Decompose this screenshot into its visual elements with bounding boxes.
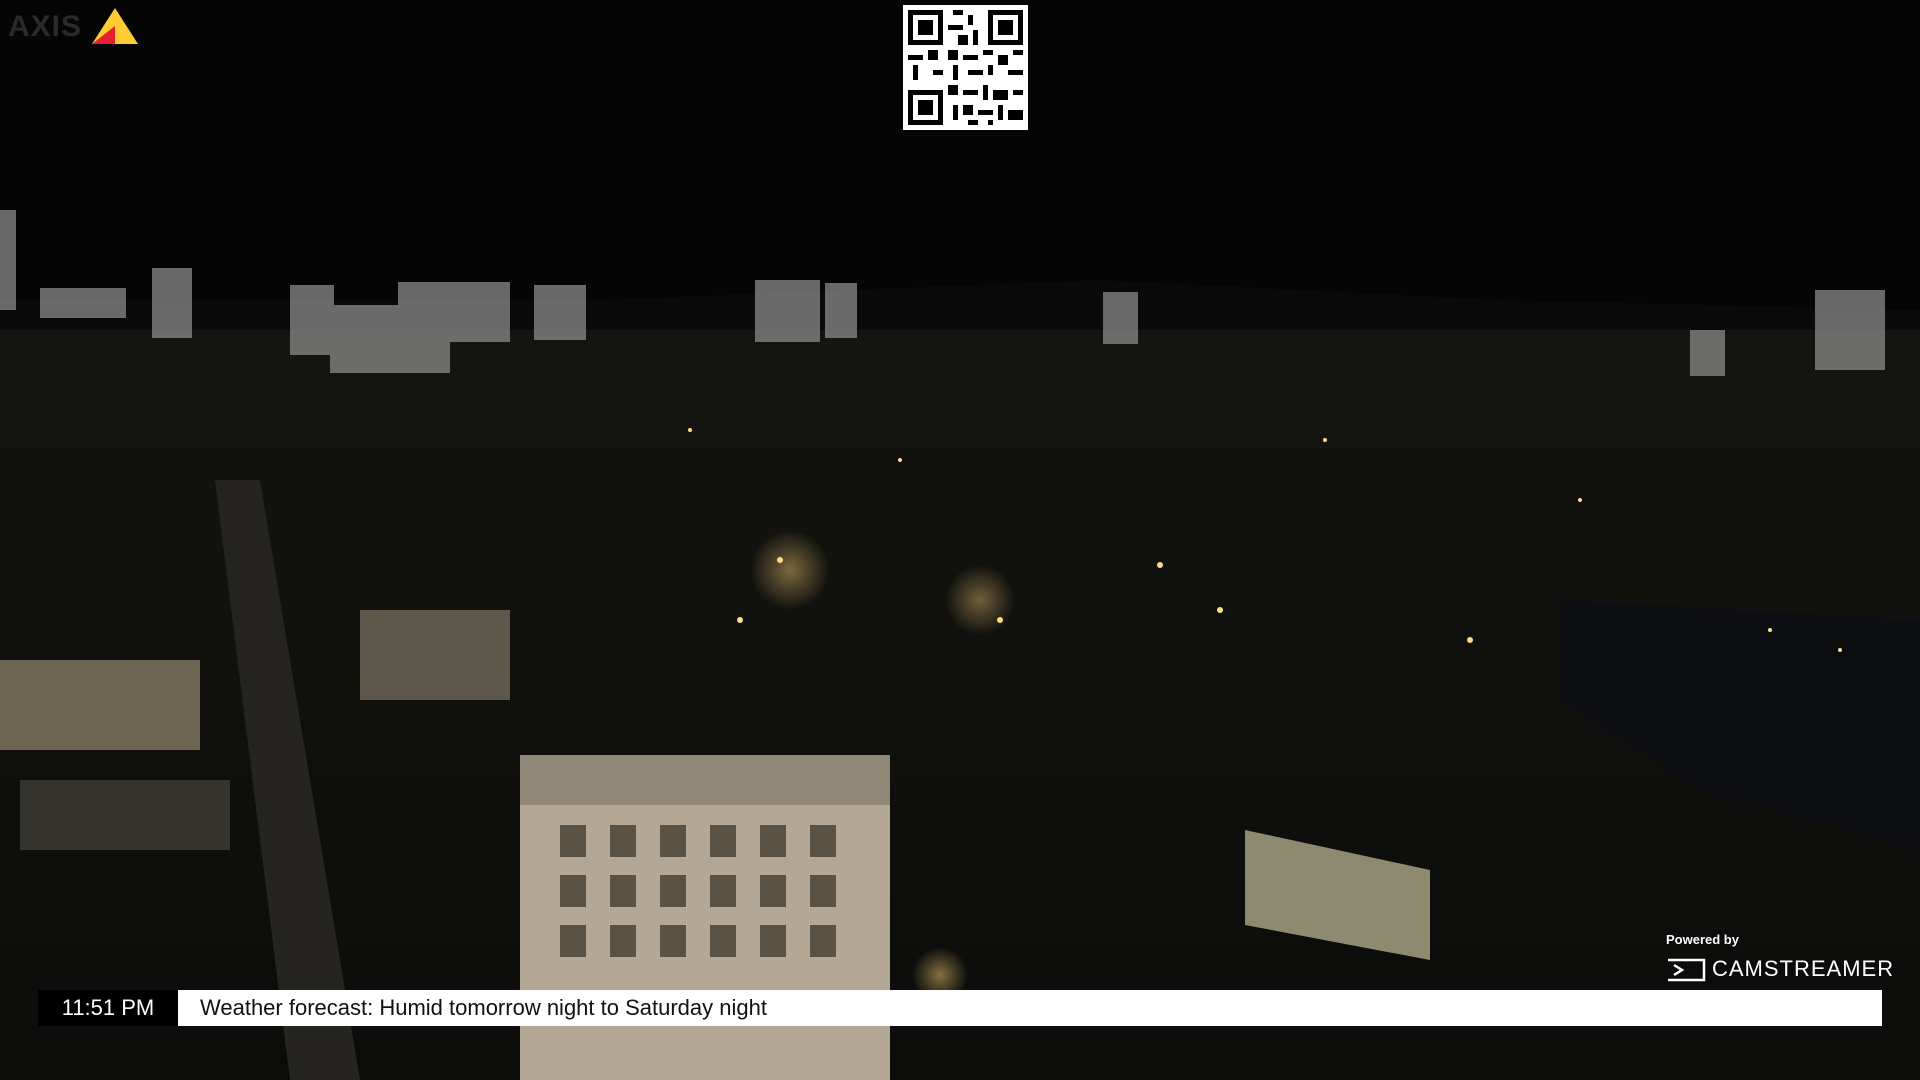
ticker-message: Weather forecast: Humid tomorrow night t… bbox=[178, 990, 1882, 1026]
powered-by-label: Powered by bbox=[1666, 932, 1739, 947]
axis-wordmark: AXIS bbox=[8, 10, 83, 43]
ticker-time: 11:51 PM bbox=[38, 990, 178, 1026]
camera-view: AXIS Powered by CAMSTREAMER 11:51 PM Wea… bbox=[0, 0, 1920, 1080]
axis-logo: AXIS bbox=[8, 4, 138, 44]
powered-by-camstreamer: Powered by CAMSTREAMER bbox=[1664, 930, 1893, 990]
camstreamer-logo-icon bbox=[1668, 958, 1706, 982]
camstreamer-wordmark: CAMSTREAMER bbox=[1712, 956, 1895, 981]
city-night-scene bbox=[0, 0, 1920, 1080]
qr-code-icon[interactable] bbox=[903, 5, 1028, 130]
axis-triangle-icon bbox=[92, 8, 138, 44]
ticker-bar: 11:51 PM Weather forecast: Humid tomorro… bbox=[38, 990, 1882, 1026]
